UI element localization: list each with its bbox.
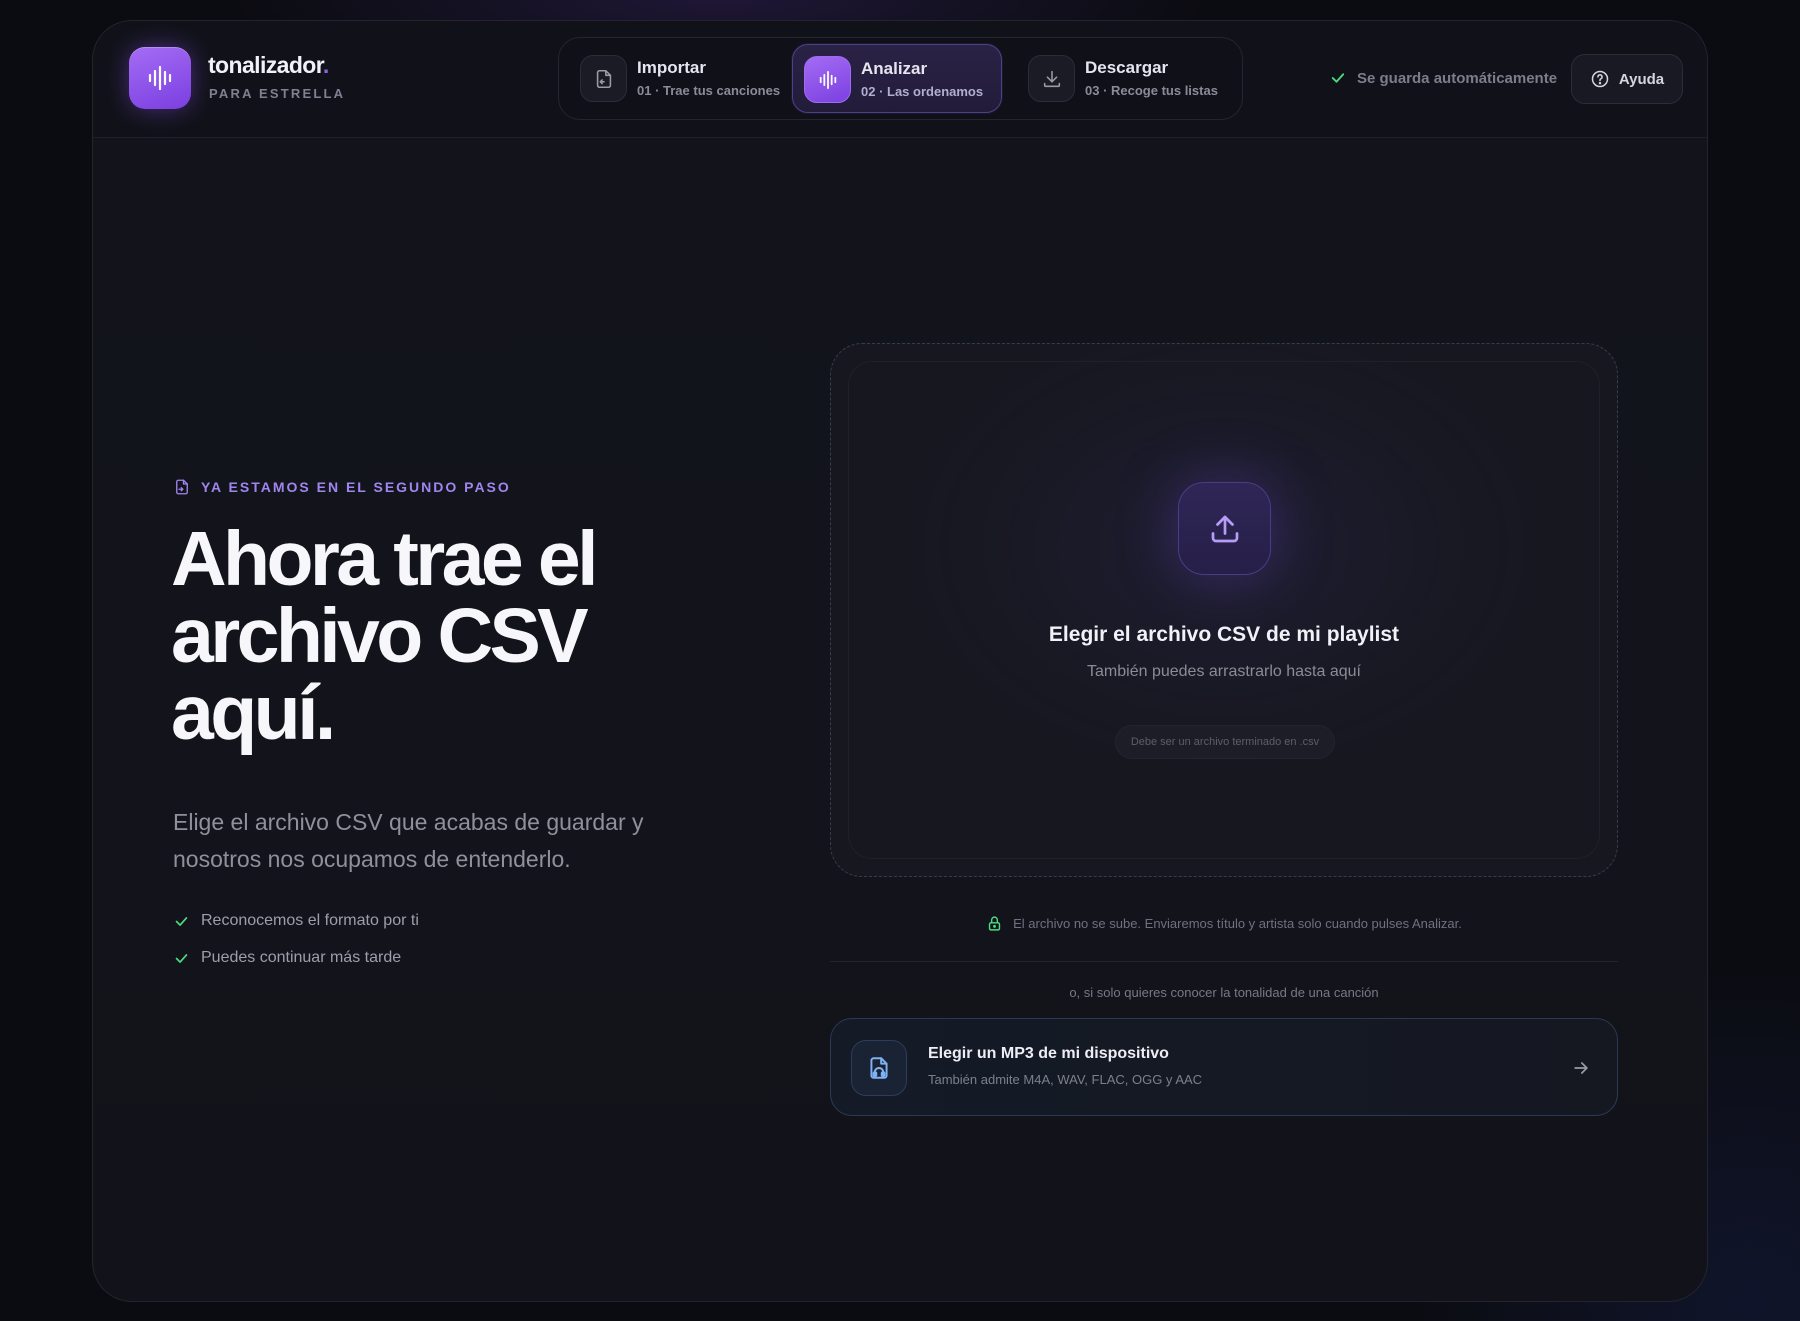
step-analizar[interactable]: Analizar 02 · Las ordenamos bbox=[792, 44, 1002, 113]
waveform-icon bbox=[819, 70, 836, 89]
step-descargar[interactable]: Descargar 03 · Recoge tus listas bbox=[1017, 44, 1235, 113]
step-icon-wrap bbox=[804, 56, 851, 103]
feature-check-item: Reconocemos el formato por ti bbox=[173, 912, 419, 930]
file-import-icon bbox=[176, 479, 188, 495]
step-icon-wrap bbox=[1028, 55, 1075, 102]
section-divider bbox=[830, 961, 1618, 962]
upload-button[interactable] bbox=[1178, 482, 1271, 575]
mp3-icon-wrap bbox=[851, 1040, 907, 1096]
app-logo bbox=[129, 47, 191, 109]
step-importar[interactable]: Importar 01 · Trae tus canciones bbox=[569, 44, 781, 113]
eyebrow: YA ESTAMOS EN EL SEGUNDO PASO bbox=[173, 477, 511, 497]
autosave-status: Se guarda automáticamente bbox=[1329, 69, 1557, 87]
app-window: tonalizador. PARA ESTRELLA Importar 01 ·… bbox=[92, 20, 1708, 1302]
upload-icon bbox=[1211, 515, 1238, 542]
step-subtitle: 01 · Trae tus canciones bbox=[637, 83, 781, 98]
eyebrow-label: YA ESTAMOS EN EL SEGUNDO PASO bbox=[201, 479, 511, 495]
mp3-title: Elegir un MP3 de mi dispositivo bbox=[928, 1045, 1169, 1062]
check-icon bbox=[1331, 73, 1345, 83]
help-icon bbox=[1591, 70, 1609, 88]
feature-check-item: Puedes continuar más tarde bbox=[173, 949, 401, 967]
check-icon bbox=[175, 953, 188, 963]
step-subtitle: 02 · Las ordenamos bbox=[861, 84, 984, 99]
step-navigation: Importar 01 · Trae tus canciones Analiza… bbox=[558, 37, 1243, 120]
lock-icon bbox=[988, 916, 1001, 931]
privacy-note: El archivo no se sube. Enviaremos título… bbox=[830, 915, 1618, 932]
waveform-icon bbox=[148, 65, 172, 91]
page-title: Ahora trae el archivo CSV aquí. bbox=[171, 516, 599, 756]
brand-subtitle: PARA ESTRELLA bbox=[209, 86, 346, 101]
brand-name: tonalizador. bbox=[208, 52, 329, 78]
check-icon bbox=[175, 916, 188, 926]
dropzone-title: Elegir el archivo CSV de mi playlist bbox=[1048, 623, 1400, 646]
feature-check-label: Puedes continuar más tarde bbox=[201, 949, 402, 966]
page-description: Elige el archivo CSV que acabas de guard… bbox=[173, 809, 644, 872]
arrow-right-icon bbox=[1574, 1062, 1588, 1074]
privacy-note-text: El archivo no se sube. Enviaremos título… bbox=[1013, 916, 1462, 931]
step-title: Descargar bbox=[1085, 58, 1169, 77]
top-bar: tonalizador. PARA ESTRELLA Importar 01 ·… bbox=[93, 21, 1707, 138]
dropzone-inner-border bbox=[848, 361, 1600, 859]
help-button[interactable]: Ayuda bbox=[1571, 54, 1683, 104]
feature-check-label: Reconocemos el formato por ti bbox=[201, 912, 419, 929]
help-label: Ayuda bbox=[1618, 70, 1665, 88]
brand-dot: . bbox=[322, 52, 329, 78]
step-title: Analizar bbox=[861, 59, 928, 78]
step-icon-wrap bbox=[580, 55, 627, 102]
csv-dropzone[interactable]: Elegir el archivo CSV de mi playlist Tam… bbox=[830, 343, 1618, 877]
step-title: Importar bbox=[637, 58, 706, 77]
audio-file-icon bbox=[870, 1057, 888, 1079]
dropzone-subtitle: También puedes arrastrarlo hasta aquí bbox=[1087, 663, 1361, 680]
choose-mp3-button[interactable]: Elegir un MP3 de mi dispositivo También … bbox=[830, 1018, 1618, 1116]
file-import-icon bbox=[596, 69, 611, 88]
mp3-subtitle: También admite M4A, WAV, FLAC, OGG y AAC bbox=[928, 1072, 1203, 1087]
alternative-lead: o, si solo quieres conocer la tonalidad … bbox=[1069, 985, 1379, 1000]
step-subtitle: 03 · Recoge tus listas bbox=[1085, 83, 1218, 98]
file-type-hint: Debe ser un archivo terminado en .csv bbox=[1115, 725, 1335, 759]
autosave-label: Se guarda automáticamente bbox=[1357, 69, 1558, 87]
download-icon bbox=[1043, 70, 1060, 87]
